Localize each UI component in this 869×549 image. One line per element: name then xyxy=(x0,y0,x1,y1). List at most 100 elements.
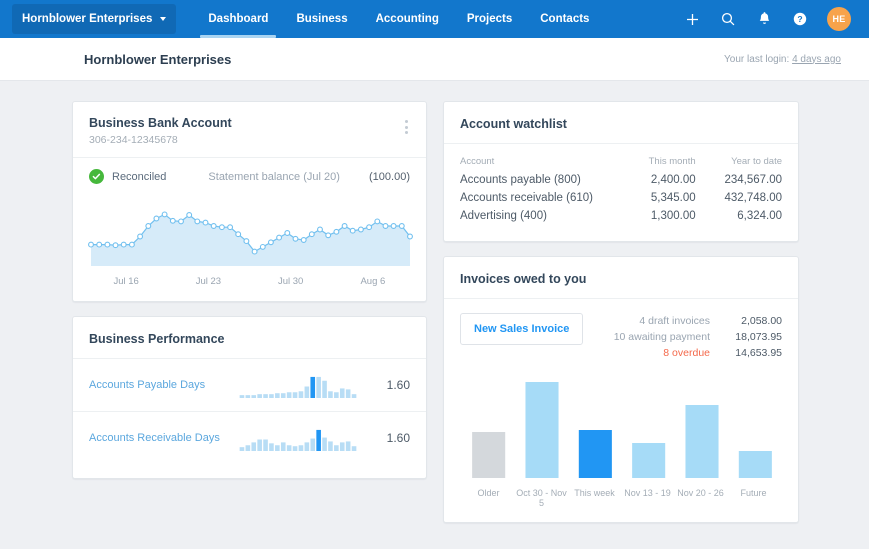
accounts-payable-days-link[interactable]: Accounts Payable Days xyxy=(89,379,239,391)
bar-label-older: Older xyxy=(477,488,500,498)
accounts-receivable-sparkline xyxy=(239,429,357,451)
bank-balance-area-chart xyxy=(73,192,426,271)
nav-link-label: Dashboard xyxy=(208,13,269,25)
summary-label: 4 draft invoices xyxy=(639,315,710,327)
bar-label-oct30-nov5: Oct 30 - Nov 5 xyxy=(516,488,567,508)
bell-icon[interactable] xyxy=(755,10,773,28)
table-row[interactable]: Accounts receivable (610) 5,345.00 432,7… xyxy=(444,189,798,207)
account-watchlist-card: Account watchlist Account This month Yea… xyxy=(443,101,799,242)
table-row[interactable]: Advertising (400) 1,300.00 6,324.00 xyxy=(444,207,798,225)
bar-label-future: Future xyxy=(740,488,767,498)
bar-label-nov13-19: Nov 13 - 19 xyxy=(624,488,671,498)
divider xyxy=(444,143,798,144)
bar-label-nov20-26: Nov 20 - 26 xyxy=(677,488,724,498)
invoices-summary-row: New Sales Invoice 4 draft invoices 2,058… xyxy=(444,299,798,367)
bank-account-card: Business Bank Account 306-234-12345678 R… xyxy=(72,101,427,302)
axis-tick: Jul 23 xyxy=(195,276,222,287)
business-performance-header: Business Performance xyxy=(73,317,426,358)
cell-account: Advertising (400) xyxy=(460,210,547,222)
chevron-down-icon xyxy=(160,17,167,21)
nav-link-label: Accounting xyxy=(375,13,439,25)
help-icon[interactable]: ? xyxy=(791,10,809,28)
last-login-link[interactable]: 4 days ago xyxy=(792,54,841,65)
cell-year-to-date: 6,324.00 xyxy=(737,210,782,222)
cell-this-month: 2,400.00 xyxy=(650,174,696,186)
nav-link-label: Business xyxy=(296,13,348,25)
accounts-payable-days-value: 1.60 xyxy=(386,378,410,392)
reconciled-row: Reconciled Statement balance (Jul 20) (1… xyxy=(73,158,426,192)
statement-balance-label: Statement balance (Jul 20) xyxy=(208,170,340,183)
area-chart-axis: Jul 16 Jul 23 Jul 30 Aug 6 xyxy=(73,271,426,301)
accounts-receivable-days-value: 1.60 xyxy=(386,431,410,445)
nav-actions: ? HE xyxy=(683,0,855,38)
area-chart-svg xyxy=(88,211,413,266)
nav-link-contacts[interactable]: Contacts xyxy=(526,0,603,38)
last-login-prefix: Your last login: xyxy=(724,53,793,65)
cell-this-month: 1,300.00 xyxy=(650,210,696,222)
summary-line-overdue: 8 overdue 14,653.95 xyxy=(614,345,782,361)
axis-tick: Jul 30 xyxy=(277,276,304,287)
bank-account-title: Business Bank Account xyxy=(89,116,232,130)
dashboard-content: Business Bank Account 306-234-12345678 R… xyxy=(0,81,869,523)
performance-row-payable: Accounts Payable Days 1.60 xyxy=(73,359,426,411)
invoices-owed-title: Invoices owed to you xyxy=(460,272,587,286)
summary-amount: 18,073.95 xyxy=(735,331,782,343)
summary-label-overdue[interactable]: 8 overdue xyxy=(663,347,710,359)
bank-account-number: 306-234-12345678 xyxy=(89,134,178,146)
page-title: Hornblower Enterprises xyxy=(84,51,232,67)
account-watchlist-title: Account watchlist xyxy=(460,117,567,131)
nav-link-dashboard[interactable]: Dashboard xyxy=(194,0,282,38)
column-header-account: Account xyxy=(460,156,495,167)
last-login: Your last login: 4 days ago xyxy=(724,54,841,65)
nav-link-projects[interactable]: Projects xyxy=(453,0,526,38)
summary-line-awaiting: 10 awaiting payment 18,073.95 xyxy=(614,329,782,345)
more-options-icon[interactable] xyxy=(403,116,410,138)
invoices-owed-header: Invoices owed to you xyxy=(444,257,798,298)
account-watchlist-header: Account watchlist xyxy=(444,102,798,143)
bar-chart-svg xyxy=(472,382,772,478)
accounts-payable-sparkline xyxy=(239,376,357,398)
cell-this-month: 5,345.00 xyxy=(650,192,696,204)
nav-link-accounting[interactable]: Accounting xyxy=(362,0,453,38)
page-subheader: Hornblower Enterprises Your last login: … xyxy=(0,38,869,81)
search-icon[interactable] xyxy=(719,10,737,28)
statement-balance-value: (100.00) xyxy=(369,170,410,183)
column-header-this-month: This month xyxy=(648,156,696,167)
performance-row-receivable: Accounts Receivable Days 1.60 xyxy=(73,412,426,464)
axis-tick: Jul 16 xyxy=(113,276,139,287)
organisation-switcher[interactable]: Hornblower Enterprises xyxy=(12,4,177,34)
avatar-initials: HE xyxy=(832,14,846,24)
nav-link-label: Contacts xyxy=(540,13,590,25)
invoices-owed-card: Invoices owed to you New Sales Invoice 4… xyxy=(443,256,799,523)
axis-tick: Aug 6 xyxy=(360,276,386,287)
nav-link-business[interactable]: Business xyxy=(282,0,361,38)
invoices-bar-chart xyxy=(444,367,798,483)
bar-chart-axis: Older Oct 30 - Nov 5 This week Nov 13 - … xyxy=(444,483,798,522)
summary-line-draft: 4 draft invoices 2,058.00 xyxy=(614,313,782,329)
primary-nav-links: Dashboard Business Accounting Projects C… xyxy=(194,0,603,38)
new-sales-invoice-button[interactable]: New Sales Invoice xyxy=(460,313,584,345)
summary-amount: 2,058.00 xyxy=(741,315,782,327)
accounts-receivable-days-link[interactable]: Accounts Receivable Days xyxy=(89,432,239,444)
avatar[interactable]: HE xyxy=(827,7,851,31)
plus-icon[interactable] xyxy=(683,10,701,28)
account-watchlist-table: Account This month Year to date Accounts… xyxy=(444,153,798,225)
organisation-name: Hornblower Enterprises xyxy=(22,13,153,25)
summary-label: 10 awaiting payment xyxy=(613,331,710,343)
nav-link-label: Projects xyxy=(466,13,513,25)
bank-account-header: Business Bank Account 306-234-12345678 xyxy=(73,102,426,157)
check-circle-icon xyxy=(89,169,104,184)
cell-year-to-date: 234,567.00 xyxy=(724,174,782,186)
table-row[interactable]: Accounts payable (800) 2,400.00 234,567.… xyxy=(444,171,798,189)
cell-account: Accounts payable (800) xyxy=(460,174,581,186)
summary-amount: 14,653.95 xyxy=(735,347,782,359)
left-column: Business Bank Account 306-234-12345678 R… xyxy=(72,101,427,479)
reconciled-label: Reconciled xyxy=(112,170,167,183)
cell-year-to-date: 432,748.00 xyxy=(724,192,782,204)
business-performance-card: Business Performance Accounts Payable Da… xyxy=(72,316,427,479)
svg-text:?: ? xyxy=(797,14,802,24)
top-navigation-bar: Hornblower Enterprises Dashboard Busines… xyxy=(0,0,869,38)
cell-account: Accounts receivable (610) xyxy=(460,192,593,204)
table-header-row: Account This month Year to date xyxy=(444,153,798,171)
invoices-summary: 4 draft invoices 2,058.00 10 awaiting pa… xyxy=(614,313,782,361)
